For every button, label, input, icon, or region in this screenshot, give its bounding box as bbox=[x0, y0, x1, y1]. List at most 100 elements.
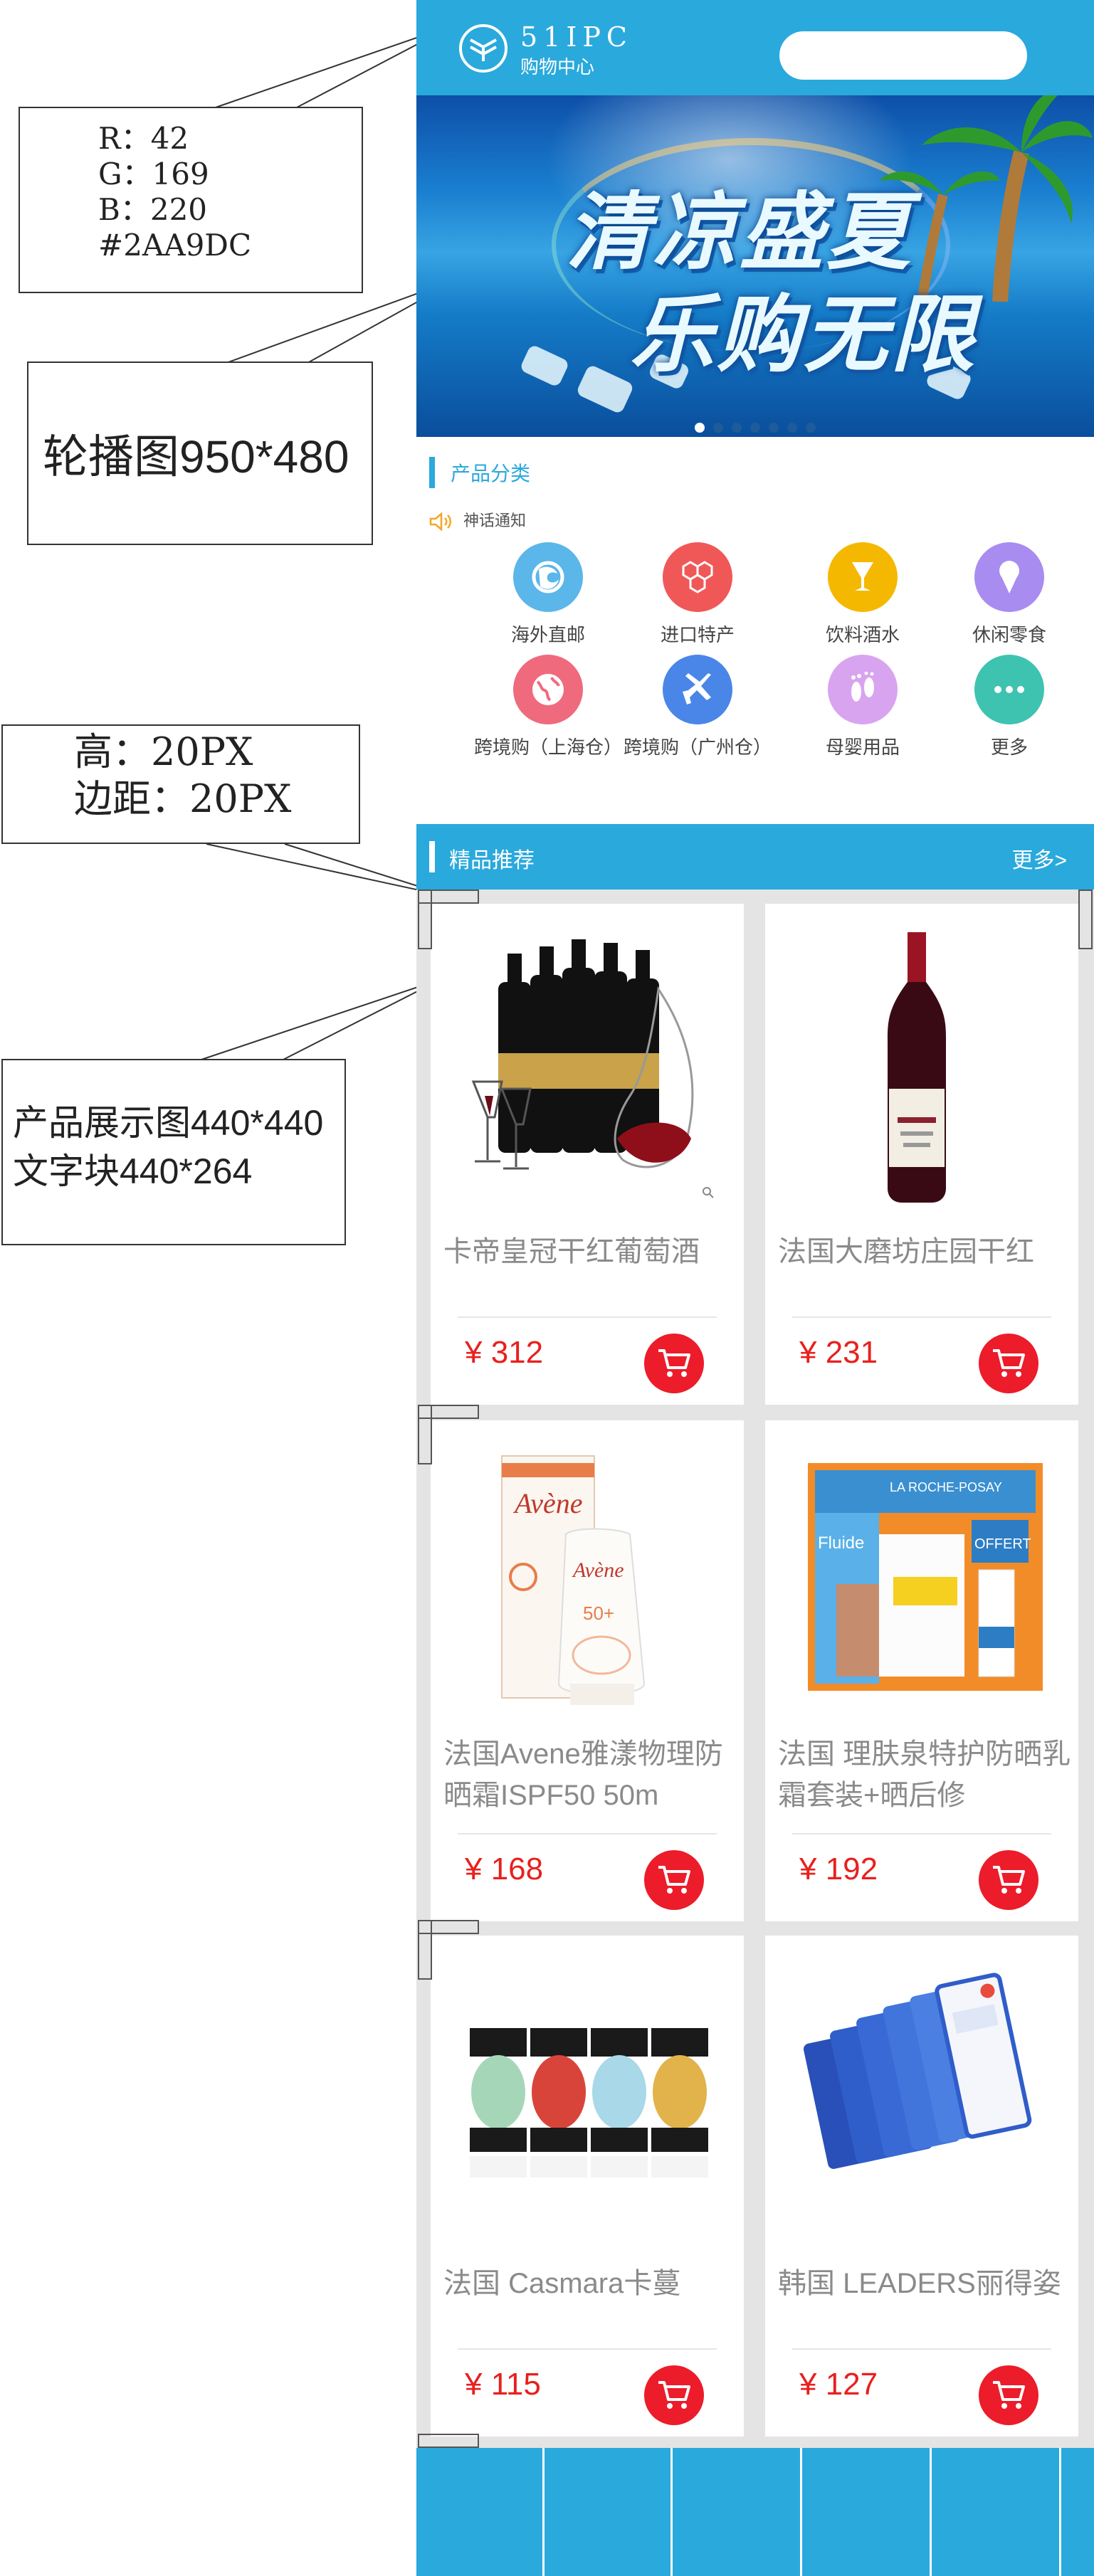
footprints-icon bbox=[828, 655, 898, 724]
svg-text:OFFERT: OFFERT bbox=[974, 1536, 1031, 1552]
color-g-text: G：169 bbox=[98, 157, 209, 191]
ice-cream-icon bbox=[974, 542, 1044, 612]
hexagons-icon bbox=[663, 542, 732, 612]
category-item-snacks[interactable]: 休闲零食 bbox=[927, 542, 1091, 647]
logo-icon[interactable] bbox=[459, 24, 507, 73]
product-price: ¥ 127 bbox=[799, 2367, 878, 2402]
cart-icon bbox=[658, 1866, 690, 1894]
product-name: 法国 理肤泉特护防晒乳霜套装+晒后修 bbox=[778, 1738, 1071, 1811]
recommend-more-link[interactable]: 更多> bbox=[1011, 843, 1067, 874]
logo-name: 51IPC bbox=[520, 21, 633, 53]
card-divider bbox=[792, 1316, 1051, 1318]
category-item-drinks[interactable]: 饮料酒水 bbox=[781, 542, 945, 647]
card-divider bbox=[792, 2348, 1051, 2350]
banner-subtitle: 乐购无限 bbox=[630, 288, 978, 382]
speaker-icon bbox=[429, 512, 451, 532]
svg-text:Avène: Avène bbox=[572, 1558, 624, 1582]
product-image-red-wine-bottle bbox=[765, 904, 1078, 1217]
product-card[interactable]: 卡帝皇冠干红葡萄酒 ¥ 312 bbox=[431, 904, 744, 1405]
product-price: ¥ 192 bbox=[799, 1852, 878, 1886]
card-divider bbox=[458, 2348, 717, 2350]
cart-icon bbox=[993, 1349, 1025, 1377]
category-item-overseas[interactable]: 海外直邮 bbox=[466, 542, 630, 647]
globe-icon bbox=[513, 655, 583, 724]
notice-bar[interactable]: 神话通知 bbox=[429, 508, 526, 532]
top-header: 51IPC 购物中心 bbox=[416, 0, 1094, 95]
color-b-text: B：220 bbox=[98, 192, 208, 227]
product-card[interactable]: LA ROCHE-POSAY Fluide OFFERT 法国 理肤泉特护防晒乳… bbox=[765, 1420, 1078, 1921]
product-card[interactable]: Avène Avène 50+ 法国Avene雅漾物理防晒霜ISPF50 50m… bbox=[431, 1420, 744, 1921]
cart-icon bbox=[658, 2381, 690, 2409]
category-label: 母婴用品 bbox=[825, 737, 900, 758]
tab-item[interactable] bbox=[804, 2448, 932, 2576]
add-to-cart-button[interactable] bbox=[644, 2365, 704, 2425]
add-to-cart-button[interactable] bbox=[979, 1334, 1038, 1393]
product-card[interactable]: 法国大磨坊庄园干红 ¥ 231 bbox=[765, 904, 1078, 1405]
mobile-shop-page: 51IPC 购物中心 清凉盛夏 乐购无限 产品分类 神话通知 海外直邮 进口特产… bbox=[416, 0, 1094, 2576]
cart-icon bbox=[993, 1866, 1025, 1894]
airplane-icon bbox=[663, 655, 732, 724]
carousel-pagination bbox=[416, 423, 1094, 436]
product-spec-callout: 产品展示图440*440 文字块440*264 bbox=[1, 1059, 346, 1245]
wine-glass-icon bbox=[828, 542, 898, 612]
product-name: 法国Avene雅漾物理防晒霜ISPF50 50m bbox=[443, 1738, 723, 1811]
carousel-spec-callout: 轮播图950*480 bbox=[27, 361, 373, 545]
carousel-dot[interactable] bbox=[750, 423, 760, 433]
add-to-cart-button[interactable] bbox=[644, 1850, 704, 1910]
category-label: 休闲零食 bbox=[972, 624, 1046, 645]
carousel-dot[interactable] bbox=[769, 423, 779, 433]
category-label: 跨境购（上海仓） bbox=[473, 737, 622, 758]
svg-text:LA ROCHE-POSAY: LA ROCHE-POSAY bbox=[890, 1480, 1002, 1494]
spacing-spec-callout: 高：20PX 边距：20PX bbox=[1, 724, 360, 844]
color-spec-callout: R：42 G：169 B：220 #2AA9DC bbox=[19, 107, 363, 293]
banner-carousel[interactable]: 清凉盛夏 乐购无限 bbox=[416, 95, 1094, 437]
search-input[interactable] bbox=[779, 31, 1027, 80]
carousel-dot[interactable] bbox=[713, 423, 723, 433]
spacing-margin-text: 边距：20PX bbox=[74, 776, 292, 821]
card-divider bbox=[458, 1316, 717, 1318]
product-name: 卡帝皇冠干红葡萄酒 bbox=[443, 1236, 700, 1267]
product-name: 韩国 LEADERS丽得姿 bbox=[778, 2268, 1061, 2299]
category-item-crossborder-guangzhou[interactable]: 跨境购（广州仓） bbox=[616, 655, 779, 759]
carousel-dot[interactable] bbox=[806, 423, 816, 433]
carousel-dot[interactable] bbox=[732, 423, 742, 433]
section-accent-bar bbox=[429, 841, 435, 872]
svg-text:Fluide: Fluide bbox=[818, 1534, 864, 1553]
product-card[interactable]: 韩国 LEADERS丽得姿 ¥ 127 bbox=[765, 1936, 1078, 2437]
product-price: ¥ 231 bbox=[799, 1335, 878, 1370]
tab-item[interactable] bbox=[674, 2448, 802, 2576]
product-image-leaders-masks bbox=[765, 1936, 1078, 2249]
category-item-crossborder-shanghai[interactable]: 跨境购（上海仓） bbox=[466, 655, 630, 759]
more-dots-icon bbox=[974, 655, 1044, 724]
design-spec-canvas: R：42 G：169 B：220 #2AA9DC 轮播图950*480 高：20… bbox=[0, 0, 1094, 2576]
ice-cube bbox=[575, 364, 635, 415]
add-to-cart-button[interactable] bbox=[979, 1850, 1038, 1910]
product-image-spec-text: 产品展示图440*440 bbox=[13, 1103, 324, 1143]
add-to-cart-button[interactable] bbox=[644, 1334, 704, 1393]
ice-cube bbox=[519, 344, 570, 388]
add-to-cart-button[interactable] bbox=[979, 2365, 1038, 2425]
tab-item[interactable] bbox=[933, 2448, 1061, 2576]
product-card[interactable]: 法国 Casmara卡蔓 ¥ 115 bbox=[431, 1936, 744, 2437]
firefox-globe-icon bbox=[513, 542, 583, 612]
cart-icon bbox=[993, 2381, 1025, 2409]
spacing-marker bbox=[1078, 890, 1093, 949]
book-logo-icon bbox=[470, 38, 497, 61]
category-title: 产品分类 bbox=[451, 463, 531, 485]
spacing-marker bbox=[418, 1920, 432, 1980]
tab-item[interactable] bbox=[416, 2448, 545, 2576]
recommend-header: 精品推荐 更多> bbox=[416, 824, 1094, 890]
product-image-casmara-masks bbox=[431, 1936, 744, 2249]
carousel-dot[interactable] bbox=[787, 423, 797, 433]
category-label: 海外直邮 bbox=[510, 624, 585, 645]
product-price: ¥ 115 bbox=[465, 2367, 541, 2402]
category-item-imported[interactable]: 进口特产 bbox=[616, 542, 779, 647]
category-label: 进口特产 bbox=[660, 624, 735, 645]
card-divider bbox=[458, 1833, 717, 1835]
tab-item[interactable] bbox=[545, 2448, 673, 2576]
card-divider bbox=[792, 1833, 1051, 1835]
category-item-more[interactable]: 更多 bbox=[927, 655, 1091, 759]
color-r-text: R：42 bbox=[98, 121, 189, 156]
category-item-baby[interactable]: 母婴用品 bbox=[781, 655, 945, 759]
carousel-dot[interactable] bbox=[695, 423, 705, 433]
